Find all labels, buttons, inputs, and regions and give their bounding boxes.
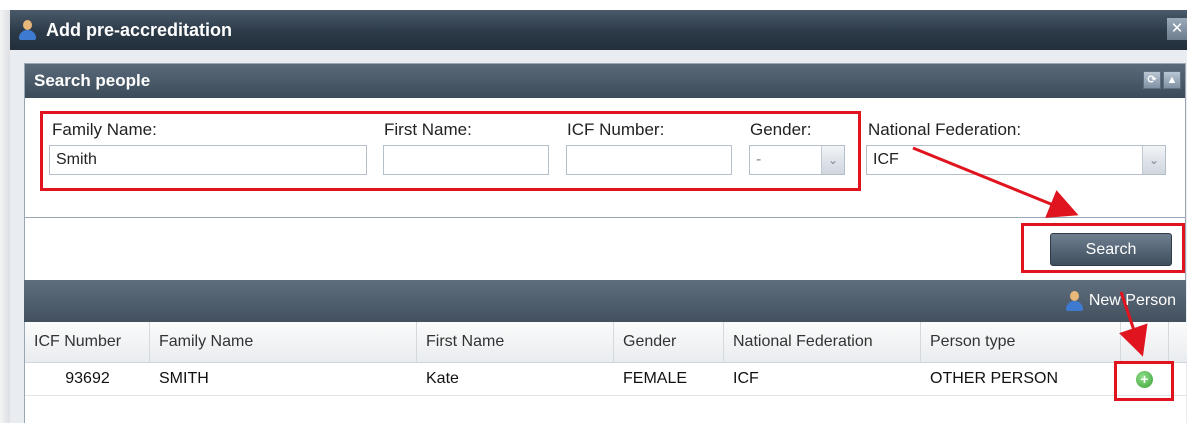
cell-gender: FEMALE (623, 370, 688, 387)
search-button[interactable]: Search (1050, 233, 1172, 266)
window-titlebar: Add pre-accreditation ✕ (10, 10, 1187, 50)
cell-national-federation: ICF (733, 370, 759, 387)
close-icon[interactable]: ✕ (1167, 18, 1187, 40)
refresh-icon[interactable]: ⟳ (1143, 71, 1161, 89)
chevron-down-icon[interactable]: ⌄ (1142, 146, 1165, 174)
user-icon (16, 19, 38, 41)
user-icon (1063, 290, 1085, 312)
column-header-national-federation[interactable]: National Federation (724, 322, 921, 362)
gender-label: Gender: (750, 120, 812, 139)
collapse-icon[interactable]: ▲ (1163, 71, 1181, 89)
table-row[interactable]: 93692 SMITH Kate FEMALE ICF OTHER PERSON… (25, 363, 1187, 396)
family-name-label: Family Name: (52, 120, 157, 139)
first-name-input[interactable] (383, 145, 549, 175)
first-name-label: First Name: (384, 120, 472, 139)
grid-header: ICF Number Family Name First Name Gender… (25, 322, 1187, 363)
column-header-family-name[interactable]: Family Name (150, 322, 417, 362)
national-federation-select[interactable]: ICF ⌄ (866, 145, 1166, 175)
search-panel-header: Search people ⟳ ▲ (25, 64, 1185, 98)
new-person-button[interactable]: New Person (1063, 290, 1176, 312)
search-button-row (24, 218, 1186, 280)
column-header-gender[interactable]: Gender (614, 322, 724, 362)
icf-number-input[interactable] (566, 145, 732, 175)
column-header-actions (1121, 322, 1169, 362)
family-name-input[interactable] (49, 145, 367, 175)
column-header-first-name[interactable]: First Name (417, 322, 614, 362)
window-left-edge (0, 10, 10, 423)
cell-family-name: SMITH (159, 370, 209, 387)
search-panel-title: Search people (34, 71, 151, 90)
window-title: Add pre-accreditation (46, 19, 233, 40)
search-panel: Search people ⟳ ▲ (24, 63, 1186, 218)
column-header-person-type[interactable]: Person type (921, 322, 1121, 362)
cell-first-name: Kate (426, 370, 459, 387)
national-federation-label: National Federation: (868, 120, 1022, 139)
cell-icf-number: 93692 (65, 370, 110, 387)
icf-number-label: ICF Number: (567, 120, 665, 139)
new-person-label: New Person (1088, 292, 1176, 309)
results-grid: ICF Number Family Name First Name Gender… (24, 322, 1187, 423)
gender-value: - (756, 151, 762, 168)
gender-select[interactable]: - ⌄ (749, 145, 845, 175)
chevron-down-icon[interactable]: ⌄ (821, 146, 844, 174)
national-federation-value: ICF (873, 151, 899, 168)
add-icon[interactable]: + (1136, 371, 1153, 388)
cell-person-type: OTHER PERSON (930, 370, 1059, 387)
grid-toolbar: New Person (24, 280, 1186, 322)
column-header-icf-number[interactable]: ICF Number (25, 322, 150, 362)
